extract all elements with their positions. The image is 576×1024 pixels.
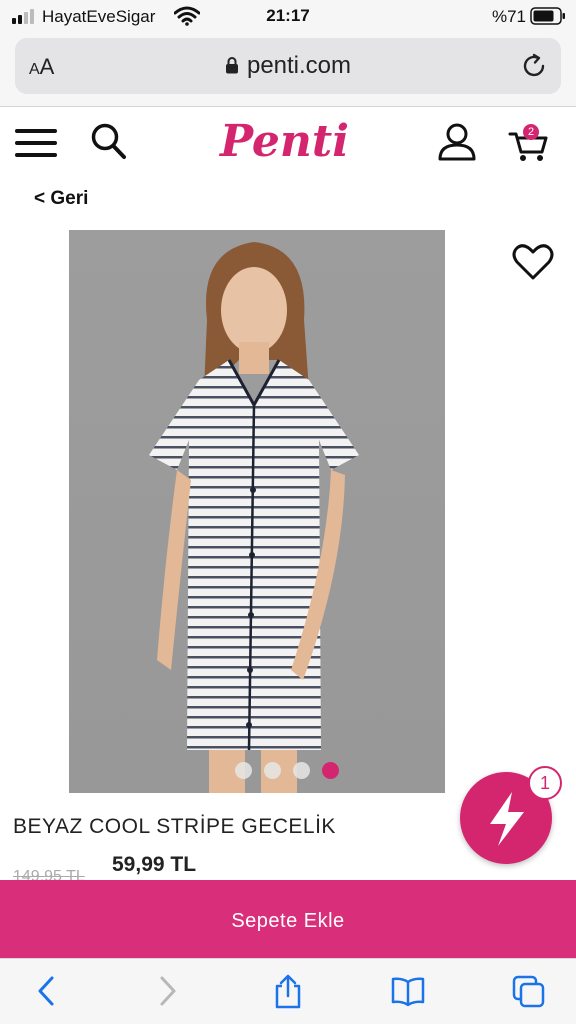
battery-percent: %71 [491,7,526,26]
address-bar[interactable]: AA penti.com [15,38,561,94]
forward-arrow-icon[interactable] [150,973,184,1009]
share-icon[interactable] [271,973,305,1009]
heart-icon[interactable] [512,242,554,282]
url-text: penti.com [246,52,352,79]
browser-toolbar [0,958,576,1024]
current-price: 59,99 TL [112,853,197,876]
product-image[interactable] [69,230,445,793]
pagination-dot[interactable] [264,762,281,779]
add-to-cart-button[interactable]: Sepete Ekle [0,880,576,958]
clock: 21:17 [266,6,310,25]
battery-icon [530,7,565,25]
product-title: BEYAZ COOL STRİPE GECELİK [13,815,336,838]
pagination-dot-active[interactable] [322,762,339,779]
status-bar: HayatEveSigar 21:17 %71 [0,0,576,34]
quick-action-badge: 1 [528,766,562,800]
menu-icon[interactable] [15,127,57,159]
tabs-icon[interactable] [512,973,546,1009]
cart-count-badge: 2 [523,124,539,140]
search-icon[interactable] [90,122,128,162]
back-link[interactable]: < Geri [34,188,88,210]
product-photo-illustration [149,242,359,793]
bookmarks-icon[interactable] [391,973,425,1009]
browser-address-area: AA penti.com [0,34,576,107]
pagination-dot[interactable] [235,762,252,779]
user-icon[interactable] [436,122,478,162]
reload-icon[interactable] [521,52,549,80]
back-arrow-icon[interactable] [30,973,64,1009]
penti-logo[interactable]: Penti [216,108,356,168]
svg-text:Penti: Penti [218,116,349,167]
pagination-dot[interactable] [293,762,310,779]
image-pagination [69,762,445,779]
url-display[interactable]: penti.com [15,52,561,80]
lock-icon [225,57,238,74]
